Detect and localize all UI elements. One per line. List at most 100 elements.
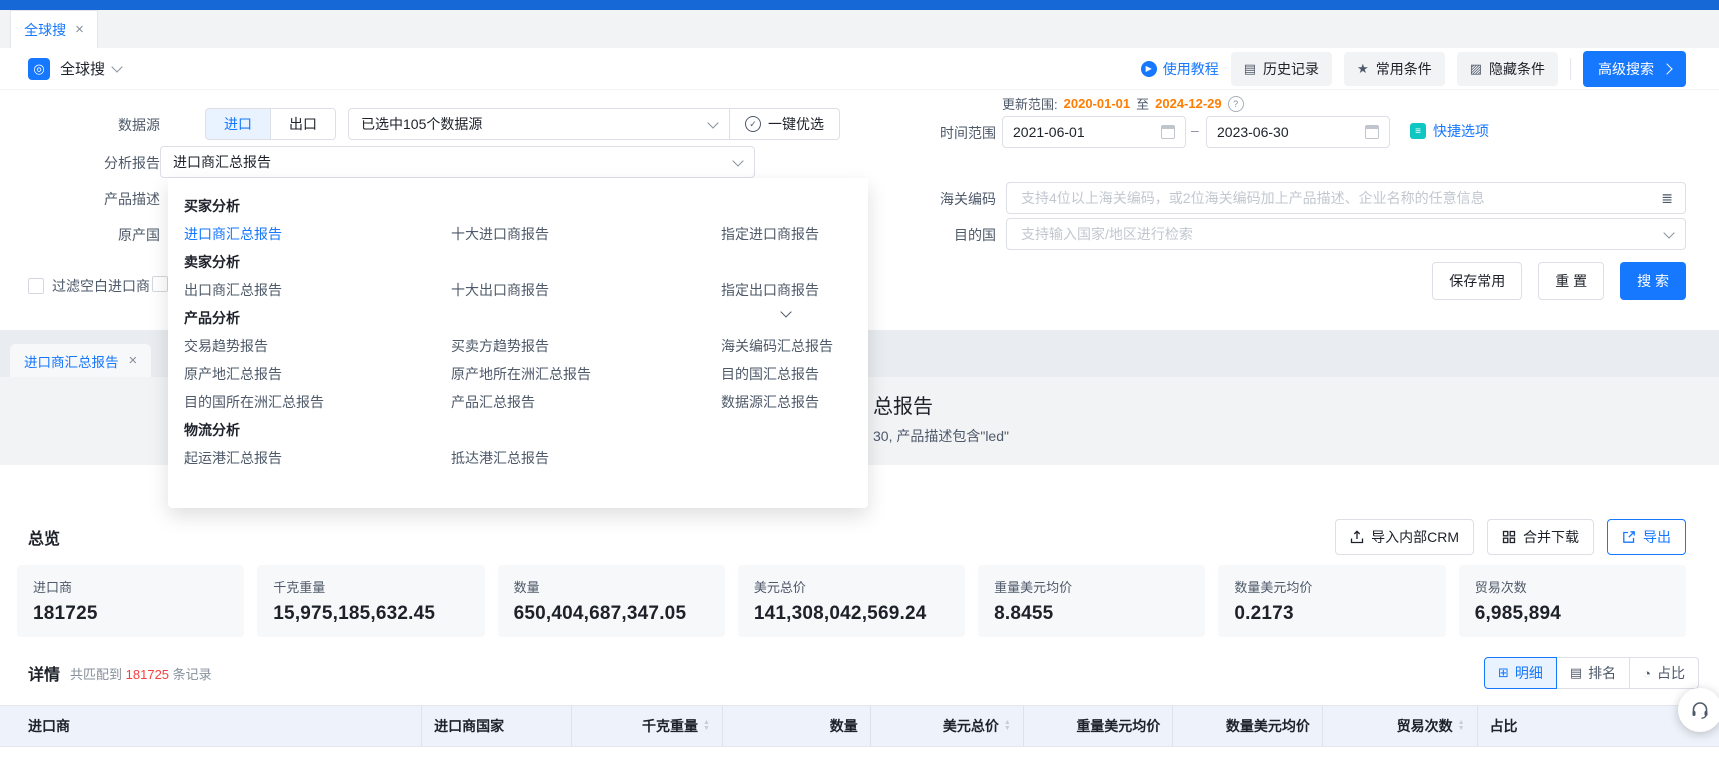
list-icon[interactable]: ≣ — [1661, 190, 1673, 207]
quick-options-link[interactable]: ≡ 快捷选项 — [1410, 121, 1489, 141]
filter-blank-importer-checkbox[interactable]: 过滤空白进口商 — [28, 276, 150, 296]
menu-item[interactable]: 抵达港汇总报告 — [451, 444, 721, 472]
app-title: 全球搜 — [60, 58, 105, 79]
sort-icon[interactable]: ▲▼ — [1458, 720, 1465, 733]
sort-icon[interactable]: ▲▼ — [703, 720, 710, 733]
menu-item[interactable]: 海关编码汇总报告 — [721, 332, 868, 360]
menu-item[interactable]: 原产地所在洲汇总报告 — [451, 360, 721, 388]
menu-item[interactable]: 产品汇总报告 — [451, 388, 721, 416]
menu-item[interactable]: 出口商汇总报告 — [184, 276, 451, 304]
column-usd-total[interactable]: 美元总价 ▲▼ — [870, 706, 1023, 746]
column-importer[interactable]: 进口商 — [0, 706, 421, 746]
one-click-optimize-button[interactable]: ✓ 一键优选 — [730, 108, 840, 140]
merge-download-button[interactable]: 合并下载 — [1487, 519, 1594, 555]
view-rank-button[interactable]: ▤ 排名 — [1557, 657, 1630, 689]
menu-item[interactable]: 指定出口商报告 — [721, 276, 868, 304]
report-title: 总报告 — [873, 390, 933, 419]
column-quantity[interactable]: 数量 — [722, 706, 870, 746]
column-importer-country[interactable]: 进口商国家 — [421, 706, 571, 746]
reset-button[interactable]: 重 置 — [1538, 262, 1604, 300]
stat-label: 数量 — [514, 577, 709, 596]
export-toggle[interactable]: 出口 — [270, 109, 335, 139]
menu-item[interactable]: 目的国汇总报告 — [721, 360, 868, 388]
menu-item[interactable]: 数据源汇总报告 — [721, 388, 868, 416]
customer-service-float-button[interactable] — [1678, 688, 1719, 732]
save-conditions-button[interactable]: 保存常用 — [1432, 262, 1522, 300]
sort-icon[interactable]: ▲▼ — [1004, 720, 1011, 733]
import-crm-button[interactable]: 导入内部CRM — [1335, 519, 1474, 555]
tutorial-icon: ▶ — [1141, 61, 1157, 77]
chevron-down-icon — [1663, 227, 1674, 238]
question-circle-icon[interactable]: ? — [1228, 96, 1244, 112]
checkbox-icon — [152, 276, 168, 292]
global-search-app-icon: ◎ — [28, 58, 50, 80]
column-kg-weight[interactable]: 千克重量 ▲▼ — [571, 706, 722, 746]
stat-label: 重量美元均价 — [994, 577, 1189, 596]
column-label: 数量美元均价 — [1226, 716, 1310, 736]
hs-code-input[interactable] — [1019, 189, 1653, 207]
view-detail-button[interactable]: ⊞ 明细 — [1484, 657, 1557, 689]
hide-conditions-button[interactable]: ▨ 隐藏条件 — [1457, 52, 1558, 86]
menu-item[interactable]: 原产地汇总报告 — [184, 360, 451, 388]
menu-item[interactable]: 买卖方趋势报告 — [451, 332, 721, 360]
column-label: 占比 — [1490, 716, 1518, 736]
stat-label: 千克重量 — [273, 577, 468, 596]
menu-item[interactable]: 目的国所在洲汇总报告 — [184, 388, 451, 416]
result-tab-importer-report[interactable]: 进口商汇总报告 × — [10, 344, 151, 377]
destination-input[interactable] — [1019, 225, 1665, 243]
tutorial-link[interactable]: ▶ 使用教程 — [1141, 59, 1219, 79]
import-crm-label: 导入内部CRM — [1371, 527, 1459, 547]
report-type-select[interactable]: 进口商汇总报告 — [160, 146, 755, 178]
date-end-input[interactable]: 2023-06-30 — [1206, 116, 1390, 148]
window-tab-global-search[interactable]: 全球搜 × — [10, 10, 98, 48]
pie-icon: ◔ — [1643, 666, 1651, 681]
stat-value: 0.2173 — [1234, 603, 1429, 625]
menu-item[interactable]: 进口商汇总报告 — [184, 220, 451, 248]
search-button[interactable]: 搜 索 — [1620, 262, 1686, 300]
menu-section-title: 卖家分析 — [184, 248, 868, 276]
tab-close-icon[interactable]: × — [129, 353, 138, 368]
column-label: 千克重量 — [642, 716, 698, 736]
stat-card-usd-total: 美元总价 141,308,042,569.24 — [738, 565, 965, 637]
column-usd-per-qty[interactable]: 数量美元均价 — [1172, 706, 1322, 746]
favorites-button[interactable]: ★ 常用条件 — [1344, 52, 1445, 86]
advanced-search-button[interactable]: 高级搜索 — [1583, 51, 1686, 87]
hs-code-label: 海关编码 — [876, 189, 996, 209]
stat-label: 美元总价 — [754, 577, 949, 596]
optimize-label: 一键优选 — [768, 114, 824, 134]
match-summary: 共匹配到 181725 条记录 — [70, 664, 212, 683]
view-ratio-button[interactable]: ◔ 占比 — [1630, 657, 1699, 689]
checkbox-icon — [28, 278, 44, 294]
stat-value: 650,404,687,347.05 — [514, 603, 709, 625]
report-type-label: 分析报告 — [40, 153, 160, 173]
product-desc-label: 产品描述 — [40, 189, 160, 209]
stat-value: 15,975,185,632.45 — [273, 603, 468, 625]
column-trade-count[interactable]: 贸易次数 ▲▼ — [1322, 706, 1477, 746]
export-button[interactable]: 导出 — [1607, 519, 1686, 555]
column-usd-per-weight[interactable]: 重量美元均价 — [1023, 706, 1173, 746]
import-toggle[interactable]: 进口 — [206, 109, 270, 139]
menu-item[interactable]: 十大进口商报告 — [451, 220, 721, 248]
tab-close-icon[interactable]: × — [75, 22, 84, 37]
hide-conditions-icon: ▨ — [1470, 61, 1482, 77]
menu-item[interactable]: 指定进口商报告 — [721, 220, 868, 248]
chevron-down-icon[interactable] — [111, 61, 122, 72]
stat-card-usd-per-weight: 重量美元均价 8.8455 — [978, 565, 1205, 637]
tutorial-label: 使用教程 — [1163, 59, 1219, 79]
hs-code-field: ≣ — [1006, 182, 1686, 214]
stat-value: 181725 — [33, 603, 228, 625]
menu-item[interactable]: 交易趋势报告 — [184, 332, 451, 360]
menu-item[interactable]: 起运港汇总报告 — [184, 444, 451, 472]
stat-card-usd-per-qty: 数量美元均价 0.2173 — [1218, 565, 1445, 637]
stat-card-quantity: 数量 650,404,687,347.05 — [498, 565, 725, 637]
menu-section-title: 产品分析 — [184, 304, 868, 332]
menu-item[interactable]: 十大出口商报告 — [451, 276, 721, 304]
origin-country-label: 原产国 — [40, 225, 160, 245]
date-start-input[interactable]: 2021-06-01 — [1002, 116, 1186, 148]
column-label: 进口商国家 — [434, 716, 504, 736]
quick-options-icon: ≡ — [1410, 123, 1426, 139]
history-button[interactable]: ▤ 历史记录 — [1231, 52, 1332, 86]
collapse-form-chevron[interactable] — [782, 303, 790, 319]
chevron-down-icon — [707, 117, 718, 128]
datasource-select[interactable]: 已选中105个数据源 — [348, 108, 730, 140]
